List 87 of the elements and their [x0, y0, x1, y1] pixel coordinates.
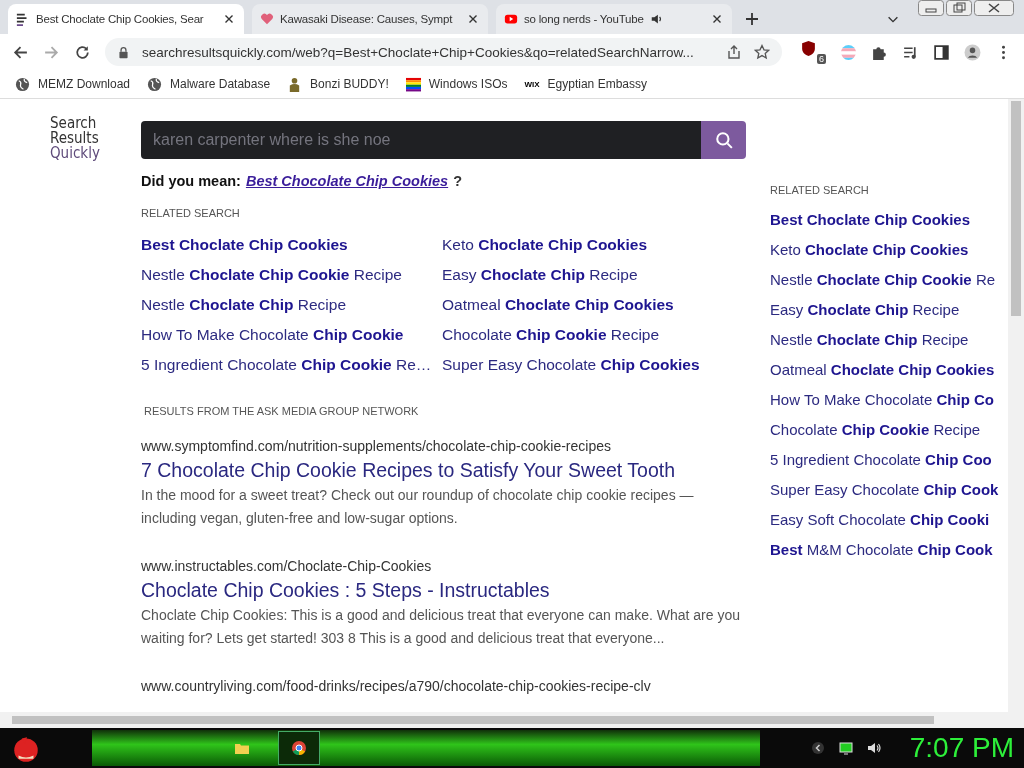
site-logo-icon [16, 12, 30, 26]
extension-badge: 6 [817, 54, 826, 64]
browser-tab[interactable]: Kawasaki Disease: Causes, Sympt [252, 4, 488, 34]
minimize-icon[interactable] [918, 0, 944, 16]
speaker-icon[interactable] [649, 12, 664, 26]
star-icon[interactable] [754, 44, 770, 60]
browser-icon [291, 740, 307, 756]
suggestion-link[interactable]: Best Chocolate Chip Cookies [245, 173, 449, 189]
bookmark[interactable]: Malware Database [147, 76, 271, 92]
bookmark-label: Bonzi BUDDY! [310, 77, 389, 91]
site-logo-icon: WIX [524, 79, 540, 89]
close-icon[interactable] [974, 0, 1014, 16]
bookmark[interactable]: MEMZ Download [15, 76, 131, 92]
related-search-link[interactable]: Best M&M Chocolate Chip Cook [770, 540, 1004, 560]
bookmark[interactable]: Windows ISOs [405, 76, 508, 92]
question-mark: ? [453, 173, 462, 189]
result-url: www.instructables.com/Choclate-Chip-Cookies [141, 558, 433, 574]
bookmark[interactable]: Bonzi BUDDY! [287, 76, 389, 92]
related-search-link[interactable]: Super Easy Chocolate Chip Cookies [442, 355, 746, 375]
related-search-link[interactable]: Nestle Choclate Chip Recipe [141, 295, 442, 315]
browser-tab[interactable]: so long nerds - YouTube [496, 4, 732, 34]
related-search-link[interactable]: Keto Choclate Chip Cookies [770, 240, 1004, 260]
reload-icon[interactable] [74, 43, 91, 61]
related-search-link[interactable]: Easy Choclate Chip Recipe [770, 300, 1004, 320]
monitor-icon[interactable] [837, 740, 854, 756]
bookmark-label: Egyptian Embassy [547, 77, 647, 91]
logo-text: Results [50, 131, 99, 146]
restore-icon[interactable] [946, 0, 972, 16]
related-search-link[interactable]: 5 Ingredient Chocolate Chip Cookie Re… [141, 355, 442, 375]
profile-icon[interactable] [964, 43, 981, 61]
tab-title: Best Choclate Chip Cookies, Sear [36, 13, 204, 25]
bookmark-label: Windows ISOs [428, 77, 508, 91]
tab-title: Kawasaki Disease: Causes, Sympt [280, 13, 453, 25]
tab-title: so long nerds - YouTube [524, 13, 644, 25]
bookmark-label: Malware Database [170, 77, 271, 91]
result-url: www.countryliving.com/food-drinks/recipes/a790/chocolate-chip-cookies-recipe-clv [141, 678, 652, 694]
related-search-link[interactable]: Nestle Choclate Chip Recipe [770, 330, 1004, 350]
section-heading: RESULTS FROM THE ASK MEDIA GROUP NETWORK [143, 405, 420, 417]
search-button[interactable] [701, 121, 746, 159]
speaker-icon[interactable] [865, 740, 882, 756]
search-field[interactable]: karen carpenter where is she noe [141, 121, 701, 159]
related-search-link[interactable]: Super Easy Chocolate Chip Cook [770, 480, 1004, 500]
search-icon [714, 131, 733, 149]
play-icon [504, 12, 518, 26]
globe-icon [15, 76, 30, 92]
logo-text: Quickly [50, 146, 101, 161]
address-bar[interactable]: searchresultsquickly.com/web?q=Best+Choclate+Chip+Cookies&qo=relatedSearchNarrow... [105, 38, 782, 66]
related-search-link[interactable]: Nestle Choclate Chip Cookie Re [770, 270, 1004, 290]
browser-tab[interactable]: Best Choclate Chip Cookies, Sear [8, 4, 244, 34]
result-title-link[interactable]: 7 Chocolate Chip Cookie Recipes to Satisfy Your Sweet Tooth [141, 459, 746, 482]
shield-icon[interactable] [800, 40, 817, 57]
chevron-left-icon[interactable] [809, 740, 826, 756]
related-search-link[interactable]: Nestle Choclate Chip Cookie Recipe [141, 265, 442, 285]
url-text: searchresultsquickly.com/web?q=Best+Choclate+Chip+Cookies&qo=relatedSearchNarrow... [142, 44, 695, 60]
globe-icon [147, 76, 163, 92]
related-search-link[interactable]: Easy Soft Chocolate Chip Cooki [770, 510, 1004, 530]
related-search-link[interactable]: Oatmeal Choclate Chip Cookies [770, 360, 1004, 380]
section-heading: RELATED SEARCH [770, 184, 870, 196]
related-search-link[interactable]: Best Choclate Chip Cookies [770, 210, 1004, 230]
related-search-link[interactable]: Chocolate Chip Cookie Recipe [770, 420, 1004, 440]
lock-icon[interactable] [117, 45, 130, 59]
related-search-link[interactable]: Keto Choclate Chip Cookies [442, 235, 746, 255]
result-title-link[interactable]: Choclate Chip Cookies : 5 Steps - Instructables [141, 579, 746, 602]
heart-icon [260, 12, 274, 26]
vertical-scrollbar[interactable] [1008, 99, 1024, 712]
clock: 7:07 PM [909, 732, 1014, 764]
result-snippet: Choclate Chip Cookies: This is a good and delicious treat that everyone can make. What are you waiting for? Lets get started! 303 8 This is a good and delicious treat that everyone... [141, 606, 741, 648]
bookmark[interactable]: WIX Egyptian Embassy [524, 77, 647, 91]
related-search-link[interactable]: Easy Choclate Chip Recipe [442, 265, 746, 285]
related-search-link[interactable]: Best Choclate Chip Cookies [141, 235, 442, 255]
share-icon[interactable] [726, 44, 742, 60]
horizontal-scrollbar[interactable] [0, 712, 1024, 728]
new-tab-icon[interactable] [744, 11, 760, 27]
did-you-mean-label: Did you mean: [141, 173, 241, 189]
rainbow-flag-icon [405, 76, 421, 92]
related-search-link[interactable]: How To Make Chocolate Chip Cookie [141, 325, 442, 345]
logo-text: Search [50, 116, 97, 131]
related-search-link[interactable]: 5 Ingredient Chocolate Chip Coo [770, 450, 1004, 470]
related-search-link[interactable]: How To Make Chocolate Chip Co [770, 390, 1004, 410]
related-search-link[interactable]: Chocolate Chip Cookie Recipe [442, 325, 746, 345]
bookmark-label: MEMZ Download [38, 77, 131, 91]
side-panel-icon[interactable] [933, 43, 950, 61]
related-search-link[interactable]: Oatmeal Choclate Chip Cookies [442, 295, 746, 315]
section-heading: RELATED SEARCH [141, 207, 241, 219]
result-snippet: In the mood for a sweet treat? Check out our roundup of chocolate chip cookie recipes — including vegan, gluten-free and low-sugar options. [141, 486, 695, 528]
taskbar-app[interactable] [278, 731, 320, 765]
result-url: www.symptomfind.com/nutrition-supplements/chocolate-chip-cookie-recipes [141, 438, 612, 454]
